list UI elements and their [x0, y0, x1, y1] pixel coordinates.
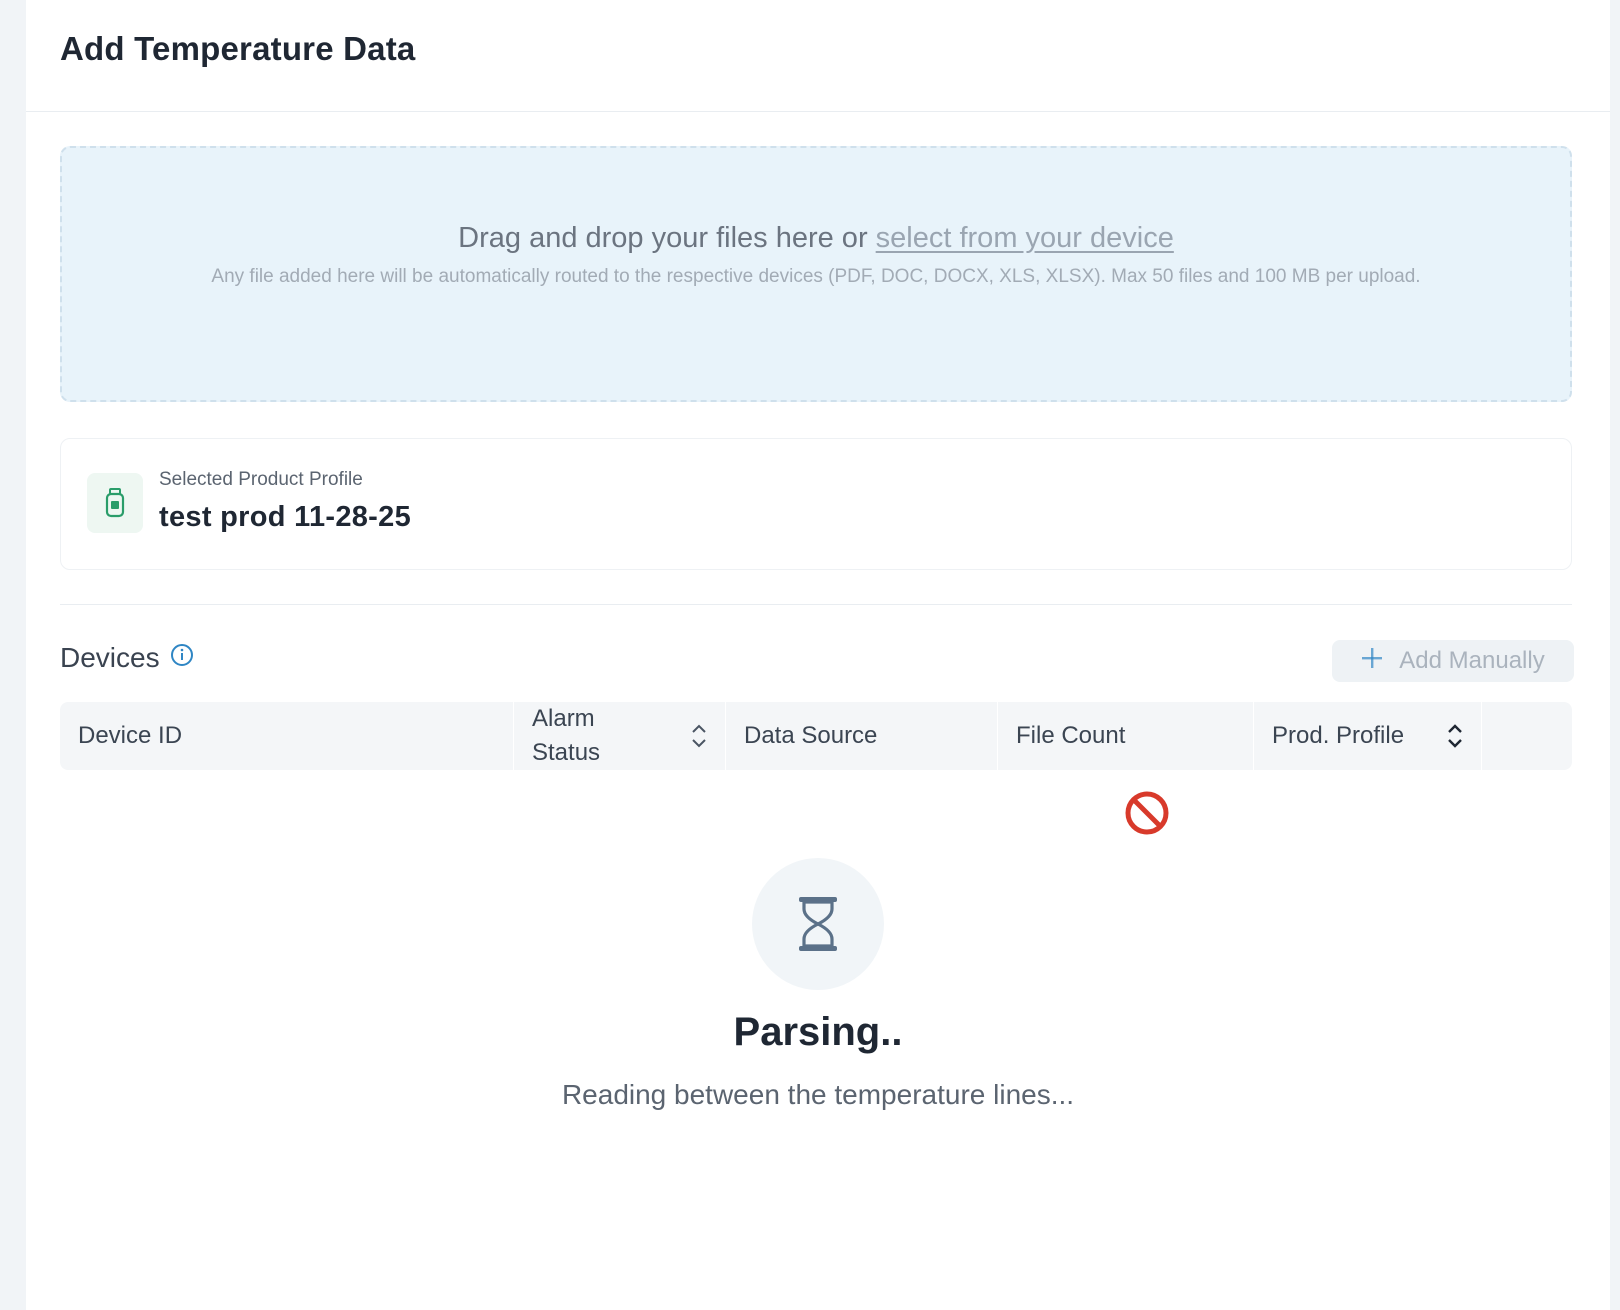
column-device-id[interactable]: Device ID — [60, 702, 514, 770]
dropzone-hint: Any file added here will be automaticall… — [211, 266, 1421, 287]
add-manually-label: Add Manually — [1399, 647, 1545, 674]
add-manually-button[interactable]: Add Manually — [1332, 640, 1574, 682]
dropzone-instruction: Drag and drop your files here or — [458, 222, 876, 254]
page-title: Add Temperature Data — [60, 30, 416, 67]
profile-label: Selected Product Profile — [159, 469, 363, 490]
parsing-title: Parsing.. — [733, 1010, 903, 1054]
parsing-subtitle: Reading between the temperature lines... — [561, 1079, 1075, 1110]
dropzone-text: Drag and drop your files here or select … — [62, 222, 1570, 255]
column-file-count[interactable]: File Count — [998, 702, 1254, 770]
sort-icon[interactable] — [691, 722, 707, 750]
hourglass-icon — [752, 858, 884, 990]
plus-icon — [1361, 647, 1383, 676]
devices-table-header: Device ID Alarm Status Data Source File … — [60, 702, 1572, 770]
column-alarm-status[interactable]: Alarm Status — [514, 702, 726, 770]
not-allowed-cursor-icon — [1124, 790, 1170, 841]
devices-title: Devices — [60, 642, 160, 673]
add-temperature-panel: Add Temperature Data Drag and drop your … — [26, 0, 1610, 1310]
column-data-source[interactable]: Data Source — [726, 702, 998, 770]
bottle-icon — [87, 473, 143, 533]
section-divider — [60, 604, 1572, 605]
parsing-status: Parsing.. Reading between the temperatur… — [26, 858, 1610, 1111]
sort-icon[interactable] — [1447, 722, 1463, 750]
devices-heading: Devices — [60, 642, 194, 674]
profile-name: test prod 11-28-25 — [159, 501, 411, 533]
selected-profile-card: Selected Product Profile test prod 11-28… — [60, 438, 1572, 570]
file-dropzone[interactable]: Drag and drop your files here or select … — [60, 146, 1572, 402]
column-prod-profile[interactable]: Prod. Profile — [1254, 702, 1482, 770]
column-actions — [1482, 702, 1572, 770]
info-icon[interactable] — [170, 642, 194, 674]
panel-header: Add Temperature Data — [26, 0, 1610, 112]
select-from-device-link[interactable]: select from your device — [876, 222, 1174, 254]
